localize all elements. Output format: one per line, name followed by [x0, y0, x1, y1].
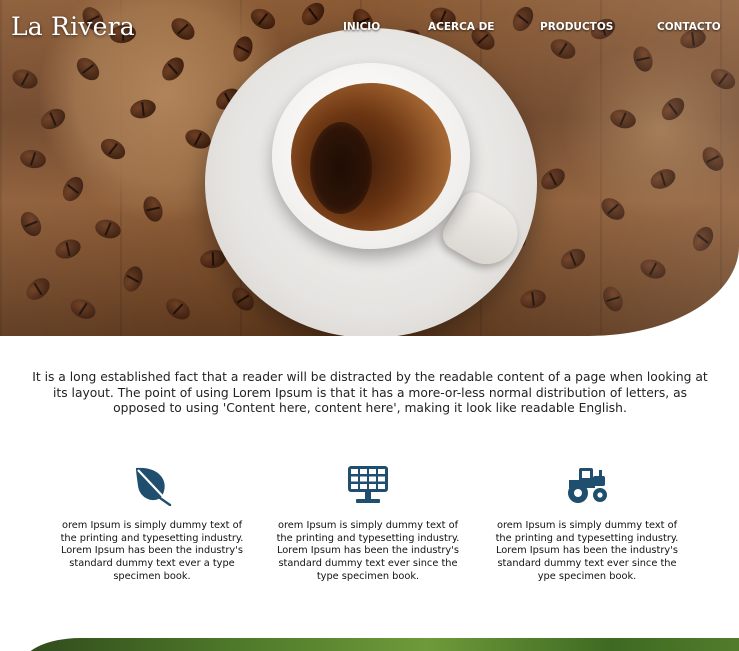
hero-image	[0, 0, 739, 336]
coffee-bean	[637, 256, 669, 282]
coffee-bean	[67, 295, 99, 323]
nav-item-inicio[interactable]: INICIO	[343, 21, 380, 33]
solar-panel-icon	[348, 466, 388, 503]
coffee-bean	[9, 66, 41, 92]
feature-card: orem Ipsum is simply dummy text of the p…	[273, 462, 463, 584]
coffee-bean	[22, 273, 54, 305]
feature-text: orem Ipsum is simply dummy text of the p…	[60, 520, 244, 582]
main-nav: INICIO ACERCA DE PRODUCTOS CONTACTO	[0, 21, 739, 37]
coffee-bean	[599, 283, 627, 315]
coffee-swirl	[310, 122, 372, 214]
feature-text: orem Ipsum is simply dummy text of the p…	[495, 520, 679, 582]
feature-text: orem Ipsum is simply dummy text of the p…	[276, 520, 460, 582]
footer-banner-image	[20, 638, 739, 651]
coffee-bean	[557, 244, 589, 274]
coffee-bean	[688, 223, 718, 255]
nav-item-contacto[interactable]: CONTACTO	[657, 21, 721, 33]
nav-item-acerca-de[interactable]: ACERCA DE	[428, 21, 494, 33]
coffee-bean	[93, 216, 123, 242]
feature-card: orem Ipsum is simply dummy text of the p…	[492, 462, 682, 584]
feature-card: orem Ipsum is simply dummy text of the p…	[57, 462, 247, 584]
intro-paragraph: It is a long established fact that a rea…	[32, 370, 708, 415]
coffee-bean	[162, 294, 194, 324]
coffee-bean	[518, 286, 548, 312]
tractor-icon	[568, 468, 607, 503]
coffee-bean	[120, 263, 146, 295]
leaf-icon	[136, 467, 172, 506]
nav-item-productos[interactable]: PRODUCTOS	[540, 21, 613, 33]
coffee-bean	[52, 236, 84, 262]
